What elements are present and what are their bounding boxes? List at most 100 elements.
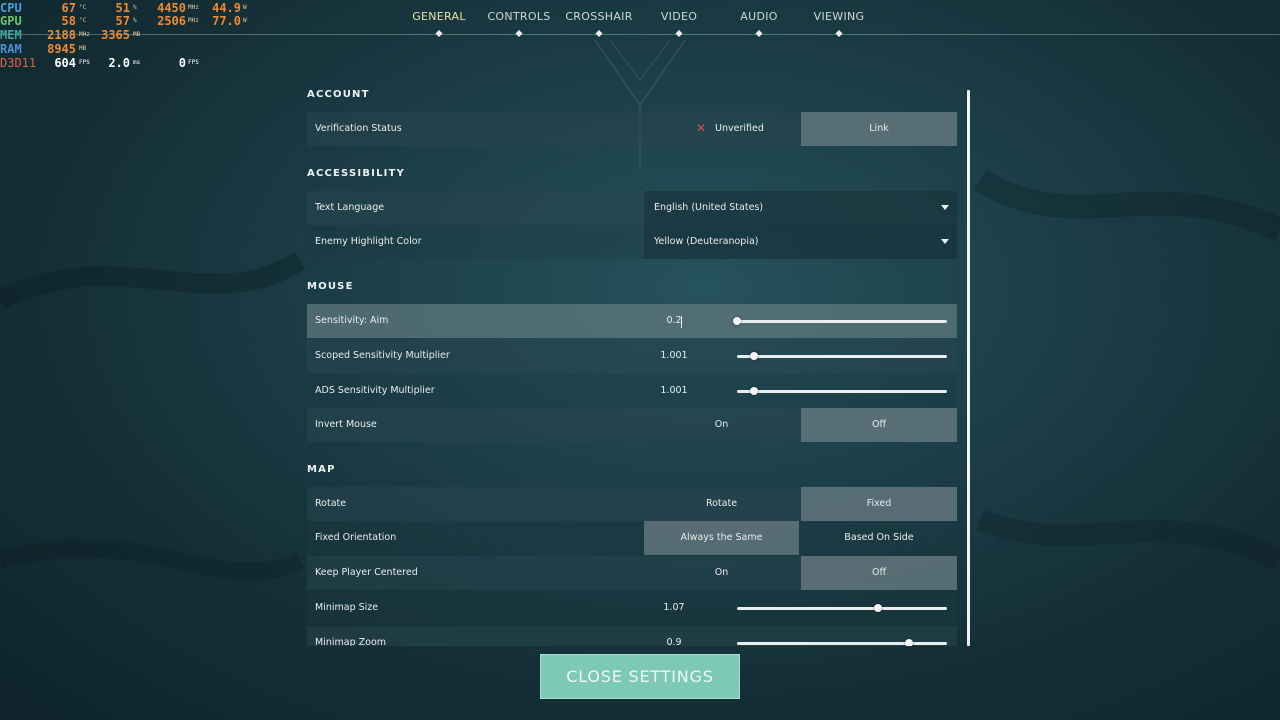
hud-mem-used: 3365 (101, 28, 130, 42)
fixed-option-button[interactable]: Fixed (801, 487, 957, 521)
hud-unit: MB (79, 45, 87, 52)
hud-fps2: 0 (178, 56, 186, 70)
based-on-side-option-button[interactable]: Based On Side (801, 521, 957, 555)
setting-row-rotate: Rotate Rotate Fixed (307, 487, 957, 521)
hud-unit: W (243, 17, 247, 24)
section-title-account: ACCOUNT (307, 89, 370, 100)
slider-knob[interactable] (749, 387, 758, 395)
hud-unit: ms (133, 59, 141, 66)
slider-knob[interactable] (905, 639, 914, 646)
hud-cpu-clock: 4450 (157, 1, 186, 15)
setting-label: Minimap Zoom (315, 637, 387, 646)
tab-general[interactable]: GENERAL (412, 10, 466, 23)
sensitivity-aim-slider[interactable] (733, 317, 947, 325)
hud-fps: 604 (54, 56, 76, 70)
slider-knob[interactable] (733, 317, 741, 325)
setting-label: Fixed Orientation (315, 532, 397, 543)
setting-label: Text Language (315, 202, 385, 213)
section-title-mouse: MOUSE (307, 281, 354, 292)
tab-viewing[interactable]: VIEWING (814, 10, 865, 23)
setting-label: Invert Mouse (315, 419, 377, 430)
hud-ram-used: 8945 (47, 42, 76, 56)
hud-mem-label: MEM (0, 28, 22, 42)
hud-unit: FPS (79, 59, 90, 66)
setting-label: Verification Status (315, 123, 402, 134)
hud-unit: MHz (188, 4, 199, 11)
chevron-down-icon[interactable] (941, 205, 949, 210)
minimap-size-slider[interactable] (737, 604, 947, 612)
close-icon: ✕ (696, 121, 707, 135)
keep-centered-on-button[interactable]: On (644, 556, 799, 590)
hud-mem-clock: 2188 (47, 28, 76, 42)
ads-multiplier-slider[interactable] (737, 387, 947, 395)
setting-row-keep-centered: Keep Player Centered On Off (307, 556, 957, 590)
text-cursor (681, 316, 682, 328)
setting-label: Scoped Sensitivity Multiplier (315, 350, 450, 361)
nav-divider (0, 34, 1280, 35)
sensitivity-aim-input[interactable]: 0.2 (644, 315, 704, 326)
setting-row-text-language: Text Language English (United States) (307, 191, 957, 225)
tab-marker (755, 29, 763, 38)
setting-label: Sensitivity: Aim (315, 315, 389, 326)
slider-knob[interactable] (873, 604, 882, 612)
hud-frametime: 2.0 (108, 56, 130, 70)
tab-marker (835, 29, 843, 38)
invert-mouse-on-button[interactable]: On (644, 408, 799, 442)
tab-crosshair[interactable]: CROSSHAIR (565, 10, 632, 23)
setting-row-fixed-orientation: Fixed Orientation Always the Same Based … (307, 521, 957, 555)
chevron-down-icon[interactable] (941, 239, 949, 244)
hud-cpu-label: CPU (0, 1, 22, 15)
tab-controls[interactable]: CONTROLS (487, 10, 550, 23)
invert-mouse-off-button[interactable]: Off (801, 408, 957, 442)
setting-row-invert-mouse: Invert Mouse On Off (307, 408, 957, 442)
setting-label: Enemy Highlight Color (315, 236, 422, 247)
setting-row-ads-multiplier: ADS Sensitivity Multiplier 1.001 (307, 374, 957, 408)
link-account-button[interactable]: Link (801, 112, 957, 146)
verification-status-text: Unverified (715, 123, 764, 134)
hud-unit: MHz (79, 31, 90, 38)
minimap-size-input[interactable]: 1.07 (644, 602, 704, 613)
hud-cpu-temp: 67 (61, 1, 76, 15)
text-language-value[interactable]: English (United States) (654, 202, 763, 213)
ads-multiplier-input[interactable]: 1.001 (644, 385, 704, 396)
hud-unit: MHz (188, 17, 199, 24)
hud-gpu-temp: 58 (61, 14, 76, 28)
tab-video[interactable]: VIDEO (661, 10, 697, 23)
tab-marker (595, 29, 603, 38)
hud-unit: % (133, 4, 137, 11)
hud-unit: FPS (188, 59, 199, 66)
always-same-option-button[interactable]: Always the Same (644, 521, 799, 555)
hud-gpu-load: 57 (115, 14, 130, 28)
setting-row-verification: Verification Status ✕ Unverified Link (307, 112, 957, 146)
hud-unit: °C (79, 4, 87, 11)
hud-unit: MB (133, 31, 141, 38)
slider-knob[interactable] (749, 352, 758, 360)
tab-marker (435, 29, 443, 38)
hud-unit: °C (79, 17, 87, 24)
hud-cpu-power: 44.9 (212, 1, 241, 15)
scoped-multiplier-slider[interactable] (737, 352, 947, 360)
setting-row-scoped-multiplier: Scoped Sensitivity Multiplier 1.001 (307, 339, 957, 373)
hud-gpu-power: 77.0 (212, 14, 241, 28)
minimap-zoom-slider[interactable] (737, 639, 947, 646)
settings-scrollbar[interactable] (967, 90, 970, 646)
setting-row-minimap-zoom: Minimap Zoom 0.9 (307, 626, 957, 646)
settings-panel: ACCOUNT Verification Status ✕ Unverified… (307, 80, 957, 646)
tab-audio[interactable]: AUDIO (740, 10, 777, 23)
verification-status: ✕ Unverified (644, 112, 799, 146)
setting-row-sensitivity-aim: Sensitivity: Aim 0.2 (307, 304, 957, 338)
keep-centered-off-button[interactable]: Off (801, 556, 957, 590)
close-settings-button[interactable]: CLOSE SETTINGS (540, 654, 740, 699)
enemy-highlight-value[interactable]: Yellow (Deuteranopia) (654, 236, 758, 247)
setting-row-minimap-size: Minimap Size 1.07 (307, 591, 957, 625)
section-title-accessibility: ACCESSIBILITY (307, 168, 406, 179)
scoped-multiplier-input[interactable]: 1.001 (644, 350, 704, 361)
hud-d3d-label: D3D11 (0, 56, 37, 70)
minimap-zoom-input[interactable]: 0.9 (644, 637, 704, 646)
rotate-option-button[interactable]: Rotate (644, 487, 799, 521)
section-title-map: MAP (307, 464, 336, 475)
hud-cpu-load: 51 (115, 1, 130, 15)
setting-label: Keep Player Centered (315, 567, 418, 578)
setting-label: Rotate (315, 498, 347, 509)
hud-unit: % (133, 17, 137, 24)
